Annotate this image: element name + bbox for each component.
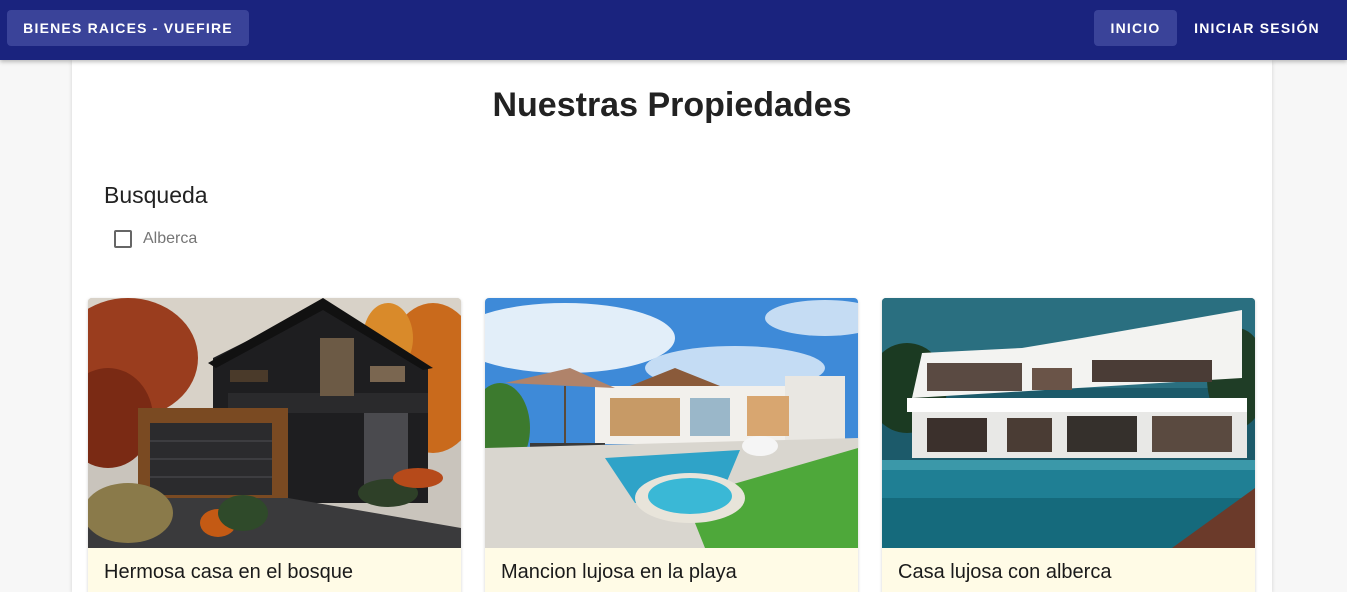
main-content: Nuestras Propiedades Busqueda Alberca He… — [72, 60, 1272, 592]
property-title: Hermosa casa en el bosque — [104, 561, 354, 583]
property-title: Mancion lujosa en la playa — [501, 561, 737, 583]
nav-inicio-button[interactable]: INICIO — [1094, 10, 1177, 46]
property-card[interactable]: Casa lujosa con alberca — [882, 298, 1255, 592]
brand-button[interactable]: BIENES RAICES - VUEFIRE — [7, 10, 249, 46]
property-title: Casa lujosa con alberca — [898, 561, 1112, 583]
property-image — [88, 298, 461, 548]
page-title: Nuestras Propiedades — [492, 86, 852, 124]
nav-login-button[interactable]: INICIAR SESIÓN — [1180, 10, 1334, 46]
app-bar: BIENES RAICES - VUEFIRE INICIO INICIAR S… — [0, 0, 1347, 60]
property-image — [882, 298, 1255, 548]
property-card[interactable]: Mancion lujosa en la playa — [485, 298, 858, 592]
filter-alberca[interactable]: Alberca — [114, 230, 197, 248]
property-card[interactable]: Hermosa casa en el bosque — [88, 298, 461, 592]
alberca-label: Alberca — [143, 230, 198, 247]
property-image — [485, 298, 858, 548]
alberca-checkbox[interactable] — [114, 230, 132, 248]
search-heading: Busqueda — [104, 182, 208, 208]
